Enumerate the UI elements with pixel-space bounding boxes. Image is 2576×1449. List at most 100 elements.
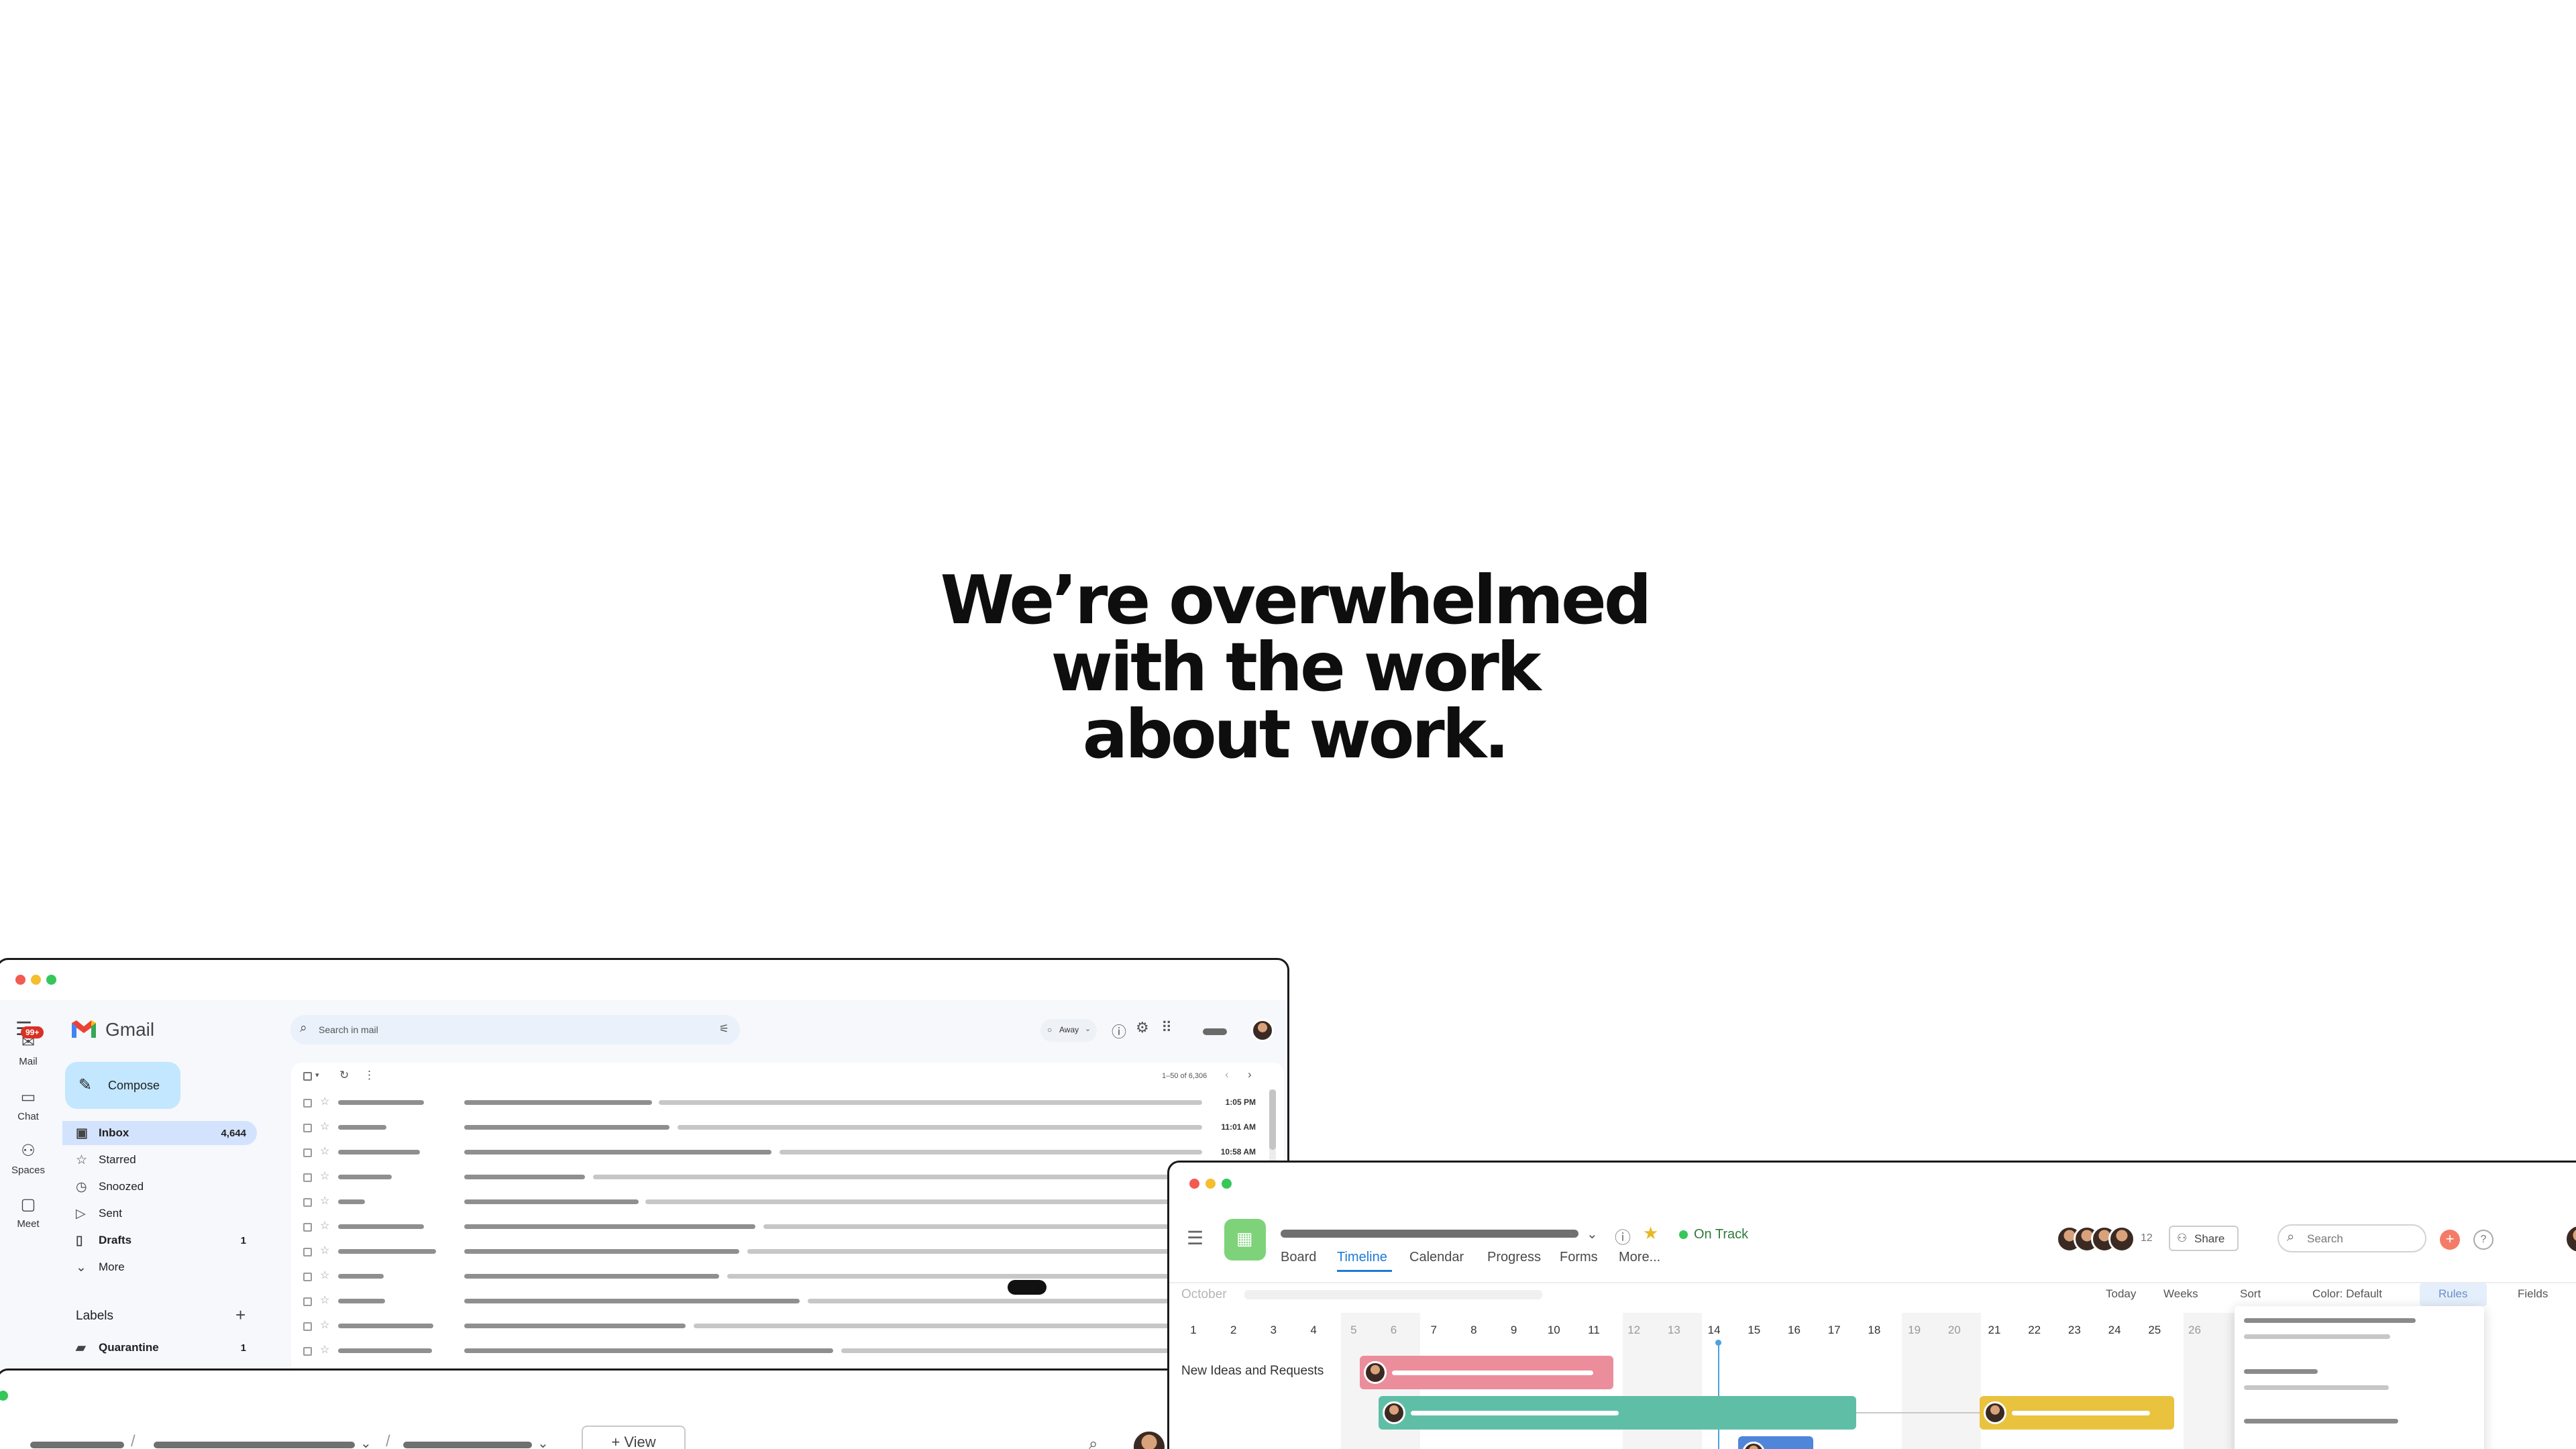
timeline-task-bar[interactable] (1379, 1396, 1856, 1430)
window-minimize-dot[interactable] (31, 975, 41, 985)
info-icon[interactable]: ⓘ (1615, 1224, 1631, 1248)
tab-timeline[interactable]: Timeline (1337, 1250, 1387, 1265)
row-checkbox[interactable] (303, 1297, 312, 1306)
window-minimize-dot[interactable] (1205, 1179, 1216, 1189)
star-icon[interactable]: ☆ (320, 1343, 329, 1356)
nav-item-snoozed[interactable]: ◷ Snoozed (62, 1175, 257, 1199)
help-icon[interactable]: ? (2473, 1230, 2493, 1250)
breadcrumb-item-placeholder[interactable] (403, 1442, 532, 1448)
drag-handle[interactable] (1008, 1280, 1046, 1295)
chevron-down-icon[interactable]: ⌄ (360, 1435, 372, 1449)
prev-page-icon[interactable]: ‹ (1225, 1068, 1229, 1081)
row-checkbox[interactable] (303, 1248, 312, 1256)
apps-grid-icon[interactable]: ⠿ (1161, 1019, 1172, 1036)
menu-item-placeholder[interactable] (2244, 1385, 2389, 1390)
star-icon[interactable]: ☆ (320, 1144, 329, 1158)
menu-item-placeholder[interactable] (2244, 1318, 2416, 1323)
row-checkbox[interactable] (303, 1099, 312, 1108)
table-row[interactable]: ☆ (291, 1314, 1284, 1339)
tab-more[interactable]: More... (1619, 1250, 1660, 1265)
status-chip[interactable]: ○ Away ⌄ (1040, 1019, 1097, 1042)
star-icon[interactable]: ☆ (320, 1120, 329, 1133)
hamburger-menu-icon[interactable]: ☰ (1187, 1227, 1203, 1249)
rules-button[interactable]: Rules (2420, 1283, 2487, 1306)
member-avatar[interactable] (1132, 1430, 1167, 1449)
more-vert-icon[interactable]: ⋮ (364, 1069, 375, 1082)
timeline-task-bar[interactable] (1980, 1396, 2174, 1430)
star-icon[interactable]: ☆ (320, 1095, 329, 1108)
star-icon[interactable]: ☆ (320, 1244, 329, 1257)
color-button[interactable]: Color: Default (2312, 1287, 2382, 1301)
nav-item-drafts[interactable]: ▯ Drafts 1 (62, 1228, 257, 1252)
window-zoom-dot[interactable] (0, 1391, 8, 1401)
timeline-scroll-track[interactable] (1244, 1290, 1542, 1299)
window-close-dot[interactable] (1189, 1179, 1199, 1189)
help-icon[interactable]: ⓘ (1112, 1020, 1126, 1042)
search-options-icon[interactable]: ⚟ (719, 1022, 729, 1036)
member-avatar[interactable] (2108, 1226, 2135, 1252)
sort-button[interactable]: Sort (2240, 1287, 2261, 1301)
star-icon[interactable]: ☆ (320, 1194, 329, 1208)
row-checkbox[interactable] (303, 1198, 312, 1207)
window-close-dot[interactable] (15, 975, 25, 985)
row-checkbox[interactable] (303, 1347, 312, 1356)
window-zoom-dot[interactable] (46, 975, 56, 985)
user-avatar[interactable] (2565, 1224, 2576, 1254)
nav-item-inbox[interactable]: ▣ Inbox 4,644 (62, 1121, 257, 1145)
table-row[interactable]: ☆ (291, 1339, 1284, 1364)
add-view-button[interactable]: + View (582, 1426, 686, 1449)
row-checkbox[interactable] (303, 1173, 312, 1182)
nav-item-sent[interactable]: ▷ Sent (62, 1201, 257, 1226)
settings-gear-icon[interactable]: ⚙ (1136, 1019, 1149, 1036)
user-avatar[interactable] (1251, 1019, 1274, 1042)
next-page-icon[interactable]: › (1248, 1068, 1252, 1081)
chevron-down-icon[interactable]: ▾ (315, 1071, 319, 1079)
member-count[interactable]: 12 (2141, 1232, 2153, 1244)
table-row[interactable]: ☆ 1:05 PM (291, 1091, 1284, 1116)
chevron-down-icon[interactable]: ⌄ (1587, 1226, 1598, 1242)
refresh-icon[interactable]: ↻ (339, 1069, 349, 1082)
timeline-task-bar[interactable] (1360, 1356, 1613, 1389)
tab-calendar[interactable]: Calendar (1409, 1250, 1464, 1265)
weeks-toggle[interactable]: Weeks (2163, 1287, 2198, 1301)
star-icon[interactable]: ☆ (320, 1318, 329, 1332)
table-row[interactable]: ☆ (291, 1289, 1284, 1314)
breadcrumb-item-placeholder[interactable] (154, 1442, 355, 1448)
quick-add-button[interactable]: + (2440, 1230, 2460, 1250)
breadcrumb-item-placeholder[interactable] (30, 1442, 124, 1448)
star-icon[interactable]: ☆ (320, 1269, 329, 1282)
tab-board[interactable]: Board (1281, 1250, 1316, 1265)
star-icon[interactable]: ☆ (320, 1169, 329, 1183)
tab-forms[interactable]: Forms (1560, 1250, 1598, 1265)
rail-chat[interactable]: ▭ Chat (0, 1087, 58, 1122)
row-checkbox[interactable] (303, 1124, 312, 1132)
rail-meet[interactable]: ▢ Meet (0, 1195, 58, 1230)
compose-button[interactable]: ✎ Compose (65, 1062, 180, 1109)
fields-button[interactable]: Fields (2518, 1287, 2548, 1301)
tab-progress[interactable]: Progress (1487, 1250, 1541, 1265)
table-row[interactable]: ☆ (291, 1265, 1284, 1289)
favorite-star-icon[interactable]: ★ (1643, 1223, 1658, 1244)
share-button[interactable]: ⚇ Share (2169, 1226, 2239, 1251)
window-zoom-dot[interactable] (1222, 1179, 1232, 1189)
table-row[interactable]: ☆ (291, 1215, 1284, 1240)
nav-item-more[interactable]: ⌄ More (62, 1255, 257, 1279)
table-row[interactable]: ☆ (291, 1165, 1284, 1190)
rail-spaces[interactable]: ⚇ Spaces (0, 1141, 58, 1176)
row-checkbox[interactable] (303, 1273, 312, 1281)
table-row[interactable]: ☆ 10:58 AM (291, 1140, 1284, 1165)
table-row[interactable]: ☆ (291, 1190, 1284, 1215)
project-status[interactable]: On Track (1694, 1227, 1748, 1242)
row-checkbox[interactable] (303, 1223, 312, 1232)
star-icon[interactable]: ☆ (320, 1219, 329, 1232)
search-icon[interactable]: ⌕ (1089, 1435, 1097, 1449)
row-checkbox[interactable] (303, 1148, 312, 1157)
scrollbar-thumb[interactable] (1269, 1089, 1276, 1150)
add-label-icon[interactable]: + (235, 1305, 246, 1326)
menu-item-placeholder[interactable] (2244, 1419, 2398, 1424)
row-checkbox[interactable] (303, 1322, 312, 1331)
timeline-task-bar[interactable] (1738, 1436, 1813, 1449)
today-button[interactable]: Today (2106, 1287, 2136, 1301)
nav-item-starred[interactable]: ☆ Starred (62, 1148, 257, 1172)
star-icon[interactable]: ☆ (320, 1293, 329, 1307)
